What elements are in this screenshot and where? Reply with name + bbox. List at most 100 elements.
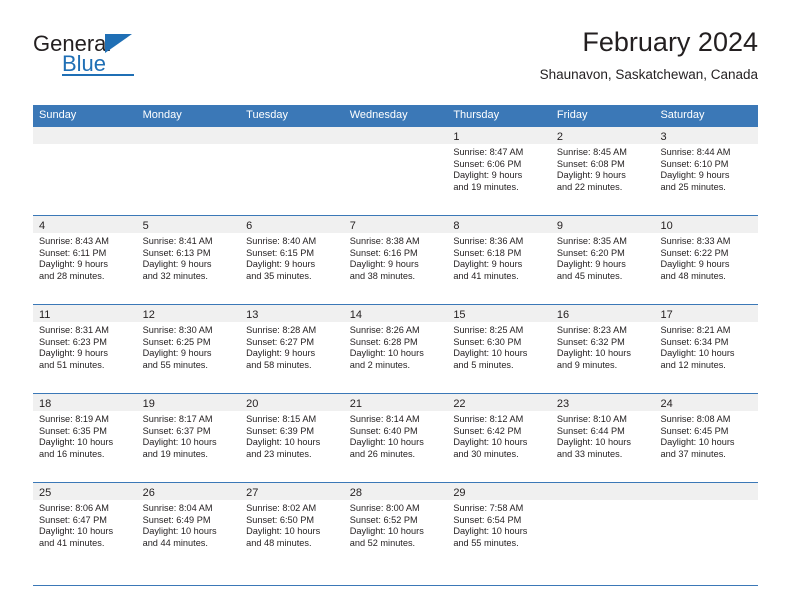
day-cell[interactable]: 10 Sunrise: 8:33 AM Sunset: 6:22 PM Dayl… — [654, 216, 759, 304]
day-info: Sunrise: 8:43 AM Sunset: 6:11 PM Dayligh… — [33, 233, 137, 282]
day-cell[interactable]: 25 Sunrise: 8:06 AM Sunset: 6:47 PM Dayl… — [33, 483, 137, 571]
daylight-text-line1: Daylight: 9 hours — [142, 348, 212, 359]
day-number-strip: 16 — [550, 305, 655, 322]
day-number-strip: 19 — [136, 394, 241, 411]
logo-underline — [62, 74, 134, 76]
day-info: Sunrise: 8:38 AM Sunset: 6:16 PM Dayligh… — [344, 233, 448, 282]
day-cell[interactable]: 7 Sunrise: 8:38 AM Sunset: 6:16 PM Dayli… — [343, 216, 448, 304]
weekday-thursday: Thursday — [453, 109, 500, 121]
sunset-text: Sunset: 6:52 PM — [349, 514, 418, 525]
daylight-text-line2: and 16 minutes. — [39, 448, 105, 459]
day-cell[interactable]: 4 Sunrise: 8:43 AM Sunset: 6:11 PM Dayli… — [33, 216, 137, 304]
day-cell[interactable]: 21 Sunrise: 8:14 AM Sunset: 6:40 PM Dayl… — [343, 394, 448, 482]
day-number: 20 — [246, 398, 259, 410]
day-cell[interactable]: 24 Sunrise: 8:08 AM Sunset: 6:45 PM Dayl… — [654, 394, 759, 482]
day-cell[interactable]: 17 Sunrise: 8:21 AM Sunset: 6:34 PM Dayl… — [654, 305, 759, 393]
day-cell[interactable]: 22 Sunrise: 8:12 AM Sunset: 6:42 PM Dayl… — [447, 394, 551, 482]
day-cell[interactable]: 3 Sunrise: 8:44 AM Sunset: 6:10 PM Dayli… — [654, 127, 759, 215]
sunset-text: Sunset: 6:25 PM — [142, 336, 211, 347]
day-number: 12 — [142, 309, 155, 321]
day-cell[interactable]: 28 Sunrise: 8:00 AM Sunset: 6:52 PM Dayl… — [343, 483, 448, 571]
sunset-text: Sunset: 6:54 PM — [453, 514, 522, 525]
day-cell — [550, 483, 655, 571]
sunrise-text: Sunrise: 8:30 AM — [142, 325, 213, 335]
sunrise-text: Sunrise: 8:26 AM — [349, 325, 420, 335]
sunrise-text: Sunrise: 8:10 AM — [556, 414, 627, 424]
day-cell[interactable]: 27 Sunrise: 8:02 AM Sunset: 6:50 PM Dayl… — [240, 483, 344, 571]
day-number-strip: 7 — [343, 216, 448, 233]
day-cell[interactable]: 26 Sunrise: 8:04 AM Sunset: 6:49 PM Dayl… — [136, 483, 241, 571]
day-number-strip: 12 — [136, 305, 241, 322]
day-number: 16 — [556, 309, 570, 321]
sunrise-text: Sunrise: 8:06 AM — [39, 503, 109, 513]
sunset-text: Sunset: 6:22 PM — [660, 247, 729, 258]
day-number-strip — [33, 127, 137, 144]
day-info: Sunrise: 8:06 AM Sunset: 6:47 PM Dayligh… — [33, 500, 137, 549]
day-info: Sunrise: 8:21 AM Sunset: 6:34 PM Dayligh… — [654, 322, 758, 371]
day-cell[interactable]: 12 Sunrise: 8:30 AM Sunset: 6:25 PM Dayl… — [136, 305, 241, 393]
daylight-text-line2: and 37 minutes. — [660, 448, 726, 459]
day-cell[interactable]: 16 Sunrise: 8:23 AM Sunset: 6:32 PM Dayl… — [550, 305, 655, 393]
daylight-text-line1: Daylight: 9 hours — [660, 170, 730, 181]
daylight-text-line2: and 2 minutes. — [349, 359, 411, 370]
day-cell[interactable]: 18 Sunrise: 8:19 AM Sunset: 6:35 PM Dayl… — [33, 394, 137, 482]
daylight-text-line1: Daylight: 10 hours — [453, 526, 528, 537]
daylight-text-line2: and 9 minutes. — [556, 359, 618, 370]
day-number-strip: 22 — [447, 394, 551, 411]
day-number: 14 — [349, 309, 362, 321]
day-info: Sunrise: 8:10 AM Sunset: 6:44 PM Dayligh… — [551, 411, 655, 460]
daylight-text-line1: Daylight: 9 hours — [246, 348, 316, 359]
day-number-strip: 13 — [240, 305, 344, 322]
general-blue-logo[interactable]: General Blue — [33, 32, 213, 88]
day-cell[interactable]: 5 Sunrise: 8:41 AM Sunset: 6:13 PM Dayli… — [136, 216, 241, 304]
sunset-text: Sunset: 6:13 PM — [142, 247, 211, 258]
day-number: 18 — [39, 398, 52, 410]
daylight-text-line2: and 32 minutes. — [142, 270, 208, 281]
sunset-text: Sunset: 6:32 PM — [556, 336, 625, 347]
daylight-text-line1: Daylight: 10 hours — [349, 437, 424, 448]
day-cell[interactable]: 29 Sunrise: 7:58 AM Sunset: 6:54 PM Dayl… — [447, 483, 551, 571]
day-cell[interactable]: 9 Sunrise: 8:35 AM Sunset: 6:20 PM Dayli… — [550, 216, 655, 304]
day-number-strip — [343, 127, 448, 144]
daylight-text-line1: Daylight: 10 hours — [556, 348, 631, 359]
sunrise-text: Sunrise: 8:21 AM — [660, 325, 731, 335]
day-info: Sunrise: 8:36 AM Sunset: 6:18 PM Dayligh… — [447, 233, 551, 282]
day-cell[interactable]: 23 Sunrise: 8:10 AM Sunset: 6:44 PM Dayl… — [550, 394, 655, 482]
sunset-text: Sunset: 6:23 PM — [39, 336, 107, 347]
daylight-text-line1: Daylight: 10 hours — [142, 437, 217, 448]
sunrise-text: Sunrise: 8:19 AM — [39, 414, 109, 424]
day-number-strip: 4 — [33, 216, 137, 233]
sunrise-text: Sunrise: 8:40 AM — [246, 236, 317, 246]
day-cell[interactable]: 6 Sunrise: 8:40 AM Sunset: 6:15 PM Dayli… — [240, 216, 344, 304]
daylight-text-line2: and 41 minutes. — [453, 270, 519, 281]
daylight-text-line2: and 26 minutes. — [349, 448, 416, 459]
daylight-text-line2: and 19 minutes. — [142, 448, 208, 459]
day-cell[interactable]: 13 Sunrise: 8:28 AM Sunset: 6:27 PM Dayl… — [240, 305, 344, 393]
sunrise-text: Sunrise: 8:41 AM — [142, 236, 213, 246]
page-title: February 2024 — [582, 27, 758, 57]
day-cell[interactable]: 15 Sunrise: 8:25 AM Sunset: 6:30 PM Dayl… — [447, 305, 551, 393]
day-cell[interactable]: 1 Sunrise: 8:47 AM Sunset: 6:06 PM Dayli… — [447, 127, 551, 215]
day-number-strip — [136, 127, 241, 144]
daylight-text-line1: Daylight: 10 hours — [349, 526, 424, 537]
day-cell[interactable]: 14 Sunrise: 8:26 AM Sunset: 6:28 PM Dayl… — [343, 305, 448, 393]
day-cell[interactable]: 2 Sunrise: 8:45 AM Sunset: 6:08 PM Dayli… — [550, 127, 655, 215]
daylight-text-line1: Daylight: 9 hours — [39, 259, 108, 270]
day-number-strip: 6 — [240, 216, 344, 233]
day-cell[interactable]: 8 Sunrise: 8:36 AM Sunset: 6:18 PM Dayli… — [447, 216, 551, 304]
day-cell[interactable]: 20 Sunrise: 8:15 AM Sunset: 6:39 PM Dayl… — [240, 394, 344, 482]
day-number: 1 — [453, 131, 460, 143]
day-number: 23 — [556, 398, 570, 410]
day-info: Sunrise: 8:45 AM Sunset: 6:08 PM Dayligh… — [551, 144, 655, 193]
day-cell[interactable]: 11 Sunrise: 8:31 AM Sunset: 6:23 PM Dayl… — [33, 305, 137, 393]
week-row: 1 Sunrise: 8:47 AM Sunset: 6:06 PM Dayli… — [33, 126, 759, 215]
daylight-text-line1: Daylight: 10 hours — [453, 348, 528, 359]
day-info: Sunrise: 8:12 AM Sunset: 6:42 PM Dayligh… — [447, 411, 551, 460]
day-number-strip: 1 — [447, 127, 551, 144]
calendar-page: General Blue February 2024 Shaunavon, Sa… — [0, 0, 792, 612]
sunset-text: Sunset: 6:18 PM — [453, 247, 522, 258]
day-cell[interactable]: 19 Sunrise: 8:17 AM Sunset: 6:37 PM Dayl… — [136, 394, 241, 482]
weekday-saturday: Saturday — [660, 109, 705, 121]
sunset-text: Sunset: 6:10 PM — [660, 158, 729, 169]
location-subtitle: Shaunavon, Saskatchewan, Canada — [539, 67, 758, 82]
